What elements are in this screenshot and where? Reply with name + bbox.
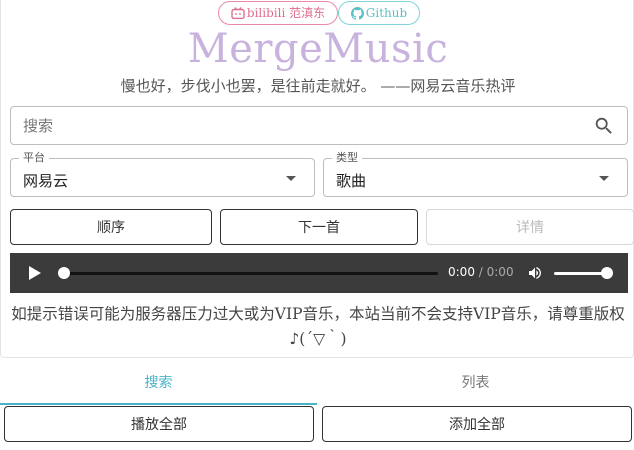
bilibili-link-label: bilibili 范滇东 (246, 6, 326, 20)
dropdown-arrow-icon (286, 176, 296, 181)
duration: 0:00 (486, 265, 514, 279)
type-select-label: 类型 (332, 151, 362, 165)
header-chips: bilibili 范滇东 Github (1, 1, 634, 25)
time-separator: / (474, 265, 487, 279)
add-all-button[interactable]: 添加全部 (322, 406, 632, 442)
bilibili-tv-icon (231, 7, 245, 19)
github-link[interactable]: Github (338, 1, 420, 25)
dropdown-arrow-icon (599, 176, 609, 181)
tab-list[interactable]: 列表 (317, 364, 634, 402)
search-box (10, 106, 628, 145)
search-icon[interactable] (593, 115, 615, 137)
search-input[interactable] (23, 107, 583, 144)
vip-notice: 如提示错误可能为服务器压力过大或为VIP音乐，本站当前不会支持VIP音乐，请尊重… (11, 305, 625, 348)
progress-handle[interactable] (58, 267, 70, 279)
next-track-button[interactable]: 下一首 (220, 209, 418, 245)
volume-icon[interactable] (526, 265, 544, 281)
tab-search[interactable]: 搜索 (0, 364, 317, 402)
type-select-value: 歌曲 (336, 172, 367, 190)
volume-track[interactable] (554, 272, 608, 275)
active-tab-indicator (0, 403, 317, 405)
hot-comment-quote: 慢也好，步伐小也罢，是往前走就好。 ——网易云音乐热评 (120, 77, 516, 95)
time-display: 0:00 / 0:00 (448, 265, 514, 279)
order-button[interactable]: 顺序 (10, 209, 212, 245)
platform-select-value: 网易云 (23, 172, 69, 190)
tab-bar: 搜索 列表 (0, 364, 634, 405)
audio-player: 0:00 / 0:00 (10, 253, 628, 293)
play-icon[interactable] (29, 266, 41, 280)
github-link-label: Github (365, 6, 408, 20)
app-logo: MergeMusic (187, 26, 449, 72)
bilibili-link[interactable]: bilibili 范滇东 (218, 1, 338, 25)
platform-select[interactable]: 平台 网易云 (10, 151, 315, 197)
github-icon (350, 6, 364, 20)
type-select[interactable]: 类型 歌曲 (323, 151, 628, 197)
volume-handle[interactable] (601, 267, 613, 279)
main-card: bilibili 范滇东 Github MergeMusic 慢也好，步伐小也罢… (0, 0, 634, 358)
play-all-button[interactable]: 播放全部 (4, 406, 314, 442)
platform-select-label: 平台 (19, 151, 49, 165)
current-time: 0:00 (448, 265, 475, 279)
progress-track[interactable] (62, 272, 438, 275)
detail-button: 详情 (426, 209, 634, 245)
